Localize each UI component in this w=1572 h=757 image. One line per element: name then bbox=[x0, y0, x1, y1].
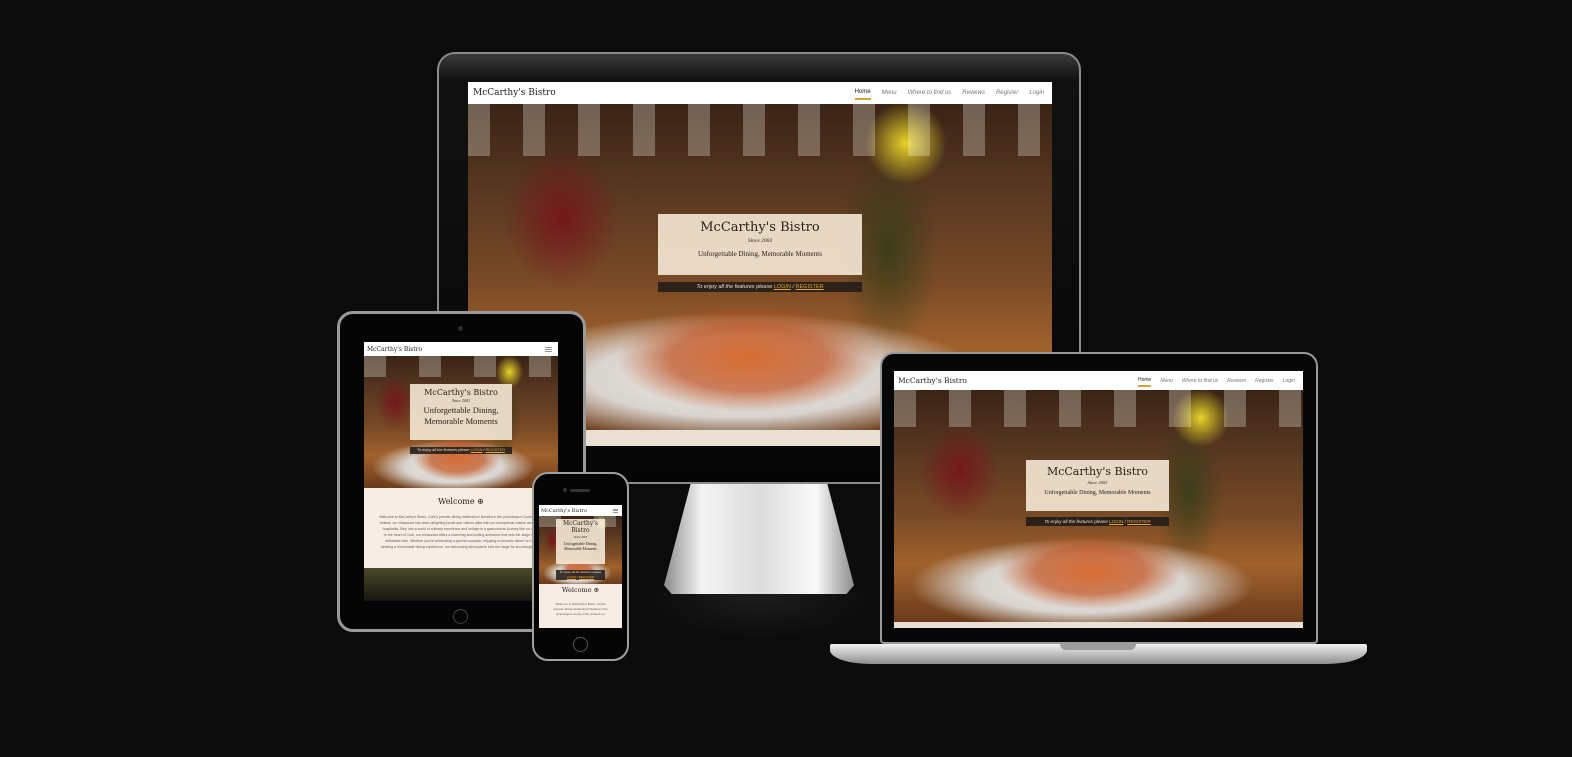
welcome-title: Welcome ⊕ bbox=[539, 586, 622, 594]
welcome-line: seeking a memorable dining experience, o… bbox=[381, 545, 541, 549]
tablet-home-button bbox=[453, 609, 468, 624]
hero-tagline: Unforgettable Dining, Memorable Moments bbox=[423, 405, 499, 426]
cta-text: To enjoy all the features please bbox=[417, 448, 470, 452]
hero-since: Since 2003 bbox=[1026, 480, 1169, 485]
welcome-section: Welcome ⊕ Welcome to McCarthy's Bistro, … bbox=[364, 488, 558, 568]
cta-separator: / bbox=[1124, 519, 1126, 524]
globe-icon: ⊕ bbox=[593, 586, 600, 594]
hero-image: McCarthy's Bistro Since 2003 Unforgettab… bbox=[364, 356, 558, 488]
phone-speaker bbox=[570, 489, 590, 492]
brand-logo[interactable]: McCarthy's Bistro bbox=[541, 508, 587, 514]
cta-login-link[interactable]: LOGIN bbox=[774, 284, 791, 290]
cta-separator: / bbox=[483, 448, 485, 452]
navbar: McCarthy's Bistro Home Menu Where to fin… bbox=[894, 371, 1303, 390]
welcome-line: picturesque County Cork, Ireland our bbox=[555, 612, 606, 616]
hero-cta-strip: To enjoy all the features please LOGIN /… bbox=[658, 282, 862, 292]
interior-image bbox=[364, 568, 558, 601]
nav-register[interactable]: Register bbox=[996, 90, 1018, 96]
monitor-stand-reflection bbox=[640, 592, 880, 642]
welcome-text: Welcome to McCarthy's Bistro, Cork's pre… bbox=[539, 602, 622, 617]
hero-since: Since 2003 bbox=[410, 398, 512, 403]
laptop-notch bbox=[1060, 644, 1136, 650]
brand-logo[interactable]: McCarthy's Bistro bbox=[898, 376, 967, 385]
hero-since: Since 2003 bbox=[658, 238, 862, 244]
tablet-screen: McCarthy's Bistro McCarthy's Bistro Sinc… bbox=[364, 342, 558, 601]
nav-links: Home Menu Where to find us Reviews Regis… bbox=[1137, 375, 1295, 387]
globe-icon: ⊕ bbox=[477, 497, 484, 506]
nav-where-to-find-us[interactable]: Where to find us bbox=[908, 90, 952, 96]
cta-register-link[interactable]: REGISTER bbox=[579, 575, 594, 579]
nav-reviews[interactable]: Reviews bbox=[962, 90, 985, 96]
nav-register[interactable]: Register bbox=[1255, 378, 1274, 384]
hero-title: McCarthy's Bistro bbox=[424, 388, 498, 397]
hero-title: McCarthy's Bistro bbox=[700, 220, 820, 235]
hero-card: McCarthy's Bistro Since 2003 Unforgettab… bbox=[658, 214, 862, 275]
hero-tagline: Unforgettable Dining, Memorable Moments bbox=[1044, 490, 1151, 496]
nav-home[interactable]: Home bbox=[1137, 375, 1152, 387]
hero-tagline: Unforgettable Dining, Memorable Moments bbox=[563, 542, 598, 551]
cta-login-link[interactable]: LOGIN bbox=[1109, 519, 1123, 524]
nav-menu[interactable]: Menu bbox=[882, 90, 897, 96]
cta-text: To enjoy all the features please bbox=[696, 284, 773, 290]
nav-links: Home Menu Where to find us Reviews Regis… bbox=[854, 86, 1044, 100]
desktop-monitor-stand bbox=[664, 484, 854, 594]
since-text: Since 2003 bbox=[1087, 480, 1108, 485]
hero-card: McCarthy's Bistro Since 2003 Unforgettab… bbox=[1026, 460, 1169, 511]
laptop-screen: McCarthy's Bistro Home Menu Where to fin… bbox=[894, 371, 1303, 628]
cta-text: To enjoy all the features please bbox=[559, 570, 602, 574]
welcome-section-peek bbox=[894, 622, 1303, 628]
welcome-section: Welcome ⊕ Welcome to McCarthy's Bistro, … bbox=[539, 584, 622, 628]
cta-separator: / bbox=[792, 284, 794, 290]
cta-register-link[interactable]: REGISTER bbox=[796, 284, 824, 290]
welcome-title-text: Welcome bbox=[561, 586, 592, 594]
since-text: Since 2003 bbox=[573, 535, 588, 539]
hero-cta-strip: To enjoy all the features please LOGIN /… bbox=[410, 447, 512, 454]
phone-camera bbox=[563, 488, 567, 492]
nav-where-to-find-us[interactable]: Where to find us bbox=[1182, 378, 1218, 384]
hero-image: McCarthy's Bistro Since 2003 Unforgettab… bbox=[539, 516, 622, 584]
cta-text: To enjoy all the features please bbox=[1044, 519, 1108, 524]
cta-login-link[interactable]: LOGIN bbox=[567, 575, 576, 579]
navbar: McCarthy's Bistro bbox=[364, 342, 558, 356]
nav-reviews[interactable]: Reviews bbox=[1227, 378, 1246, 384]
brand-logo[interactable]: McCarthy's Bistro bbox=[367, 346, 422, 353]
hamburger-menu-icon[interactable] bbox=[545, 346, 552, 352]
nav-login[interactable]: Login bbox=[1283, 378, 1295, 384]
welcome-text: Welcome to McCarthy's Bistro, Cork's pre… bbox=[364, 514, 558, 550]
nav-menu[interactable]: Menu bbox=[1160, 378, 1173, 384]
hero-since: Since 2003 bbox=[556, 535, 605, 539]
brand-logo[interactable]: McCarthy's Bistro bbox=[473, 88, 556, 98]
phone-home-button bbox=[573, 637, 588, 652]
hero-cta-strip: To enjoy all the features please LOGIN /… bbox=[1026, 517, 1169, 526]
hero-card: McCarthy's Bistro Since 2003 Unforgettab… bbox=[556, 519, 605, 564]
cta-register-link[interactable]: REGISTER bbox=[1127, 519, 1150, 524]
welcome-title-text: Welcome bbox=[438, 497, 475, 506]
nav-login[interactable]: Login bbox=[1029, 90, 1044, 96]
hero-title: McCarthy's Bistro bbox=[1046, 465, 1149, 478]
hero-tagline: Unforgettable Dining, Memorable Moments bbox=[698, 250, 822, 258]
cta-register-link[interactable]: REGISTER bbox=[486, 448, 505, 452]
tablet-camera bbox=[458, 326, 463, 331]
welcome-title: Welcome ⊕ bbox=[364, 497, 558, 506]
phone-screen: McCarthy's Bistro McCarthy's Bistro Sinc… bbox=[539, 505, 622, 628]
hero-title: McCarthy's Bistro bbox=[563, 520, 598, 534]
cta-login-link[interactable]: LOGIN bbox=[471, 448, 483, 452]
hero-cta-strip: To enjoy all the features please LOGIN /… bbox=[556, 570, 605, 580]
hero-image: McCarthy's Bistro Since 2003 Unforgettab… bbox=[894, 390, 1303, 622]
nav-home[interactable]: Home bbox=[854, 86, 871, 100]
navbar: McCarthy's Bistro bbox=[539, 505, 622, 516]
since-text: Since 2003 bbox=[452, 398, 470, 403]
hero-card: McCarthy's Bistro Since 2003 Unforgettab… bbox=[410, 384, 512, 440]
since-text: Since 2003 bbox=[747, 238, 773, 244]
navbar: McCarthy's Bistro Home Menu Where to fin… bbox=[468, 82, 1052, 104]
hamburger-menu-icon[interactable] bbox=[613, 508, 618, 513]
